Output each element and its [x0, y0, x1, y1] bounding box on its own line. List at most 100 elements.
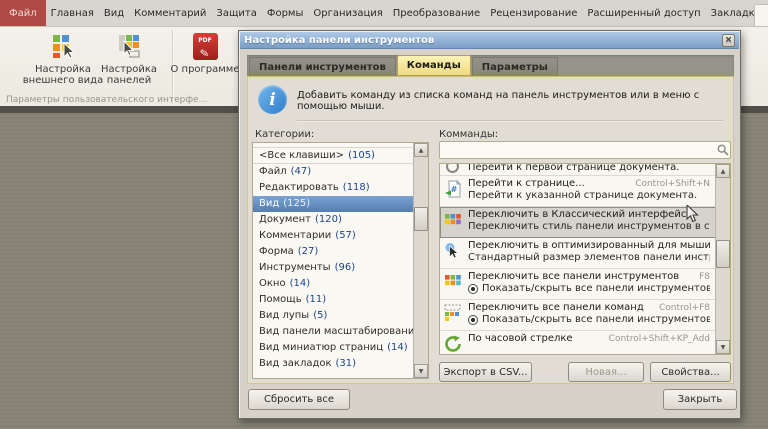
command-row[interactable]: Переключить в оптимизированный для мыши … — [440, 238, 730, 269]
category-name: Файл — [259, 166, 287, 177]
category-item[interactable]: Вид лупы (5) — [253, 308, 428, 324]
command-row[interactable]: По часовой стрелке Control+Shift+KP_Add — [440, 331, 730, 354]
mouse-cursor — [686, 205, 699, 223]
menu-view[interactable]: Вид — [99, 0, 129, 26]
category-item[interactable]: Редактировать (118) — [253, 180, 428, 196]
menu-review[interactable]: Рецензирование — [485, 0, 582, 26]
eye-icon — [468, 314, 478, 325]
category-count: (14) — [387, 342, 408, 353]
category-count: (47) — [290, 166, 312, 177]
category-count: (118) — [342, 182, 370, 193]
menu-comment[interactable]: Комментарий — [129, 0, 211, 26]
command-desc: Стандартный размер элементов панели инст… — [468, 252, 710, 263]
category-name: Вид закладок — [259, 358, 332, 369]
category-item[interactable]: <Все клавиши> (105) — [253, 148, 414, 164]
scroll-down-icon[interactable]: ▼ — [414, 364, 428, 378]
tab-commands[interactable]: Команды — [396, 55, 471, 76]
scroll-up-icon[interactable]: ▲ — [716, 164, 730, 178]
divider — [297, 120, 724, 122]
category-count: (5) — [313, 310, 328, 321]
appearance-settings-icon — [50, 31, 76, 61]
category-count: (27) — [297, 246, 319, 257]
tab-options[interactable]: Параметры — [471, 57, 558, 76]
command-title: Перейти к первой странице документа. — [468, 164, 680, 173]
svg-text:#: # — [451, 185, 458, 194]
command-row[interactable]: Перейти к первой странице документа. — [440, 164, 730, 176]
categories-listbox: ••• •• <Все клавиши>(105) Файл(47) Редак… — [252, 142, 429, 379]
menu-convert[interactable]: Преобразование — [388, 0, 485, 26]
menu-accessibility[interactable]: Расширенный доступ — [582, 0, 705, 26]
tab-toolbars[interactable]: Панели инструментов — [249, 57, 396, 76]
category-count: (125) — [283, 198, 311, 209]
close-icon[interactable]: × — [722, 33, 735, 47]
commands-search-input[interactable] — [439, 141, 731, 159]
search-icon — [717, 144, 729, 156]
category-item[interactable]: Инструменты (96) — [253, 260, 428, 276]
category-item[interactable]: Файл (47) — [253, 164, 428, 180]
categories-scrollbar[interactable]: ▲ ▼ — [413, 143, 428, 378]
category-name: Окно — [259, 278, 286, 289]
dialog-tabbar: Панели инструментов Команды Параметры — [247, 55, 734, 76]
info-text: Добавить команду из списка команд на пан… — [297, 90, 700, 112]
category-name: Форма — [259, 246, 294, 257]
menubar: Файл Главная Вид Комментарий Защита Форм… — [0, 0, 768, 27]
menu-protect[interactable]: Защита — [211, 0, 261, 26]
category-count: (57) — [335, 230, 356, 241]
scrollbar-thumb[interactable] — [414, 207, 428, 231]
category-name: Документ — [259, 214, 311, 225]
reset-all-button[interactable]: Сбросить все — [248, 389, 350, 410]
category-item[interactable]: Окно (14) — [253, 276, 428, 292]
menu-organize[interactable]: Организация — [308, 0, 387, 26]
clipped-ui-element — [754, 4, 768, 27]
category-item[interactable]: Форма (27) — [253, 244, 428, 260]
category-item-selected[interactable]: Вид (125) — [253, 196, 414, 212]
goto-page-icon: # — [444, 180, 462, 198]
command-title: Переключить в Классический интерфейс — [468, 209, 687, 220]
menu-forms[interactable]: Формы — [262, 0, 309, 26]
category-name: Вид панели масштабирования — [259, 326, 421, 337]
toggle-toolbars-icon — [444, 273, 462, 291]
panels-settings-button[interactable]: Настройка панелей — [88, 31, 170, 95]
category-item[interactable]: Вид миниатюр страниц (14) — [253, 340, 428, 356]
close-button[interactable]: Закрыть — [663, 389, 737, 410]
category-name: Комментарии — [259, 230, 332, 241]
category-item[interactable]: Вид панели масштабирования(1) — [253, 324, 428, 340]
about-button[interactable]: PDF ✎ О программе — [168, 31, 242, 95]
category-item[interactable]: Вид закладок (31) — [253, 356, 428, 372]
eye-icon — [468, 283, 478, 294]
command-row[interactable]: # Перейти к странице... Control+Shift+N … — [440, 176, 730, 207]
pdf-app-icon: PDF ✎ — [192, 31, 218, 61]
info-icon: i — [258, 85, 287, 114]
commands-scrollbar[interactable]: ▲ ▼ — [715, 164, 730, 354]
ribbon-button-label: О программе — [170, 64, 240, 75]
command-icon — [446, 164, 464, 175]
command-desc: Переключить стиль панели инструментов в … — [468, 221, 710, 232]
properties-button[interactable]: Свойства... — [650, 362, 731, 382]
toolbar-settings-dialog: Настройка панели инструментов × Панели и… — [238, 30, 741, 419]
category-name: Вид лупы — [259, 310, 310, 321]
category-item[interactable]: Комментарии (57) — [253, 228, 428, 244]
dialog-title: Настройка панели инструментов — [244, 34, 435, 46]
command-row[interactable]: Переключить все панели инструментов F8 П… — [440, 269, 730, 300]
dialog-titlebar[interactable]: Настройка панели инструментов × — [240, 32, 739, 49]
command-shortcut: F8 — [699, 272, 710, 282]
command-title: Переключить все панели команд — [468, 302, 644, 313]
category-item[interactable]: Документ (120) — [253, 212, 428, 228]
menu-home[interactable]: Главная — [46, 0, 99, 26]
category-name: Помощь — [259, 294, 302, 305]
command-title: Переключить в оптимизированный для мыши … — [468, 240, 710, 251]
panels-settings-icon — [116, 31, 142, 61]
command-desc: Показать/скрыть все панели инструментов … — [468, 314, 710, 325]
category-count: (96) — [334, 262, 356, 273]
export-csv-button[interactable]: Экспорт в CSV... — [439, 362, 532, 382]
command-title: Переключить все панели инструментов — [468, 271, 680, 282]
command-row[interactable]: Переключить все панели команд Control+F8… — [440, 300, 730, 331]
menu-file[interactable]: Файл — [0, 0, 46, 26]
category-count: (14) — [289, 278, 311, 289]
category-item[interactable]: Помощь (11) — [253, 292, 428, 308]
category-name: Инструменты — [259, 262, 331, 273]
scroll-up-icon[interactable]: ▲ — [414, 143, 428, 157]
scrollbar-thumb[interactable] — [716, 240, 730, 268]
scroll-down-icon[interactable]: ▼ — [716, 340, 730, 354]
app-window: Файл Главная Вид Комментарий Защита Форм… — [0, 0, 768, 429]
